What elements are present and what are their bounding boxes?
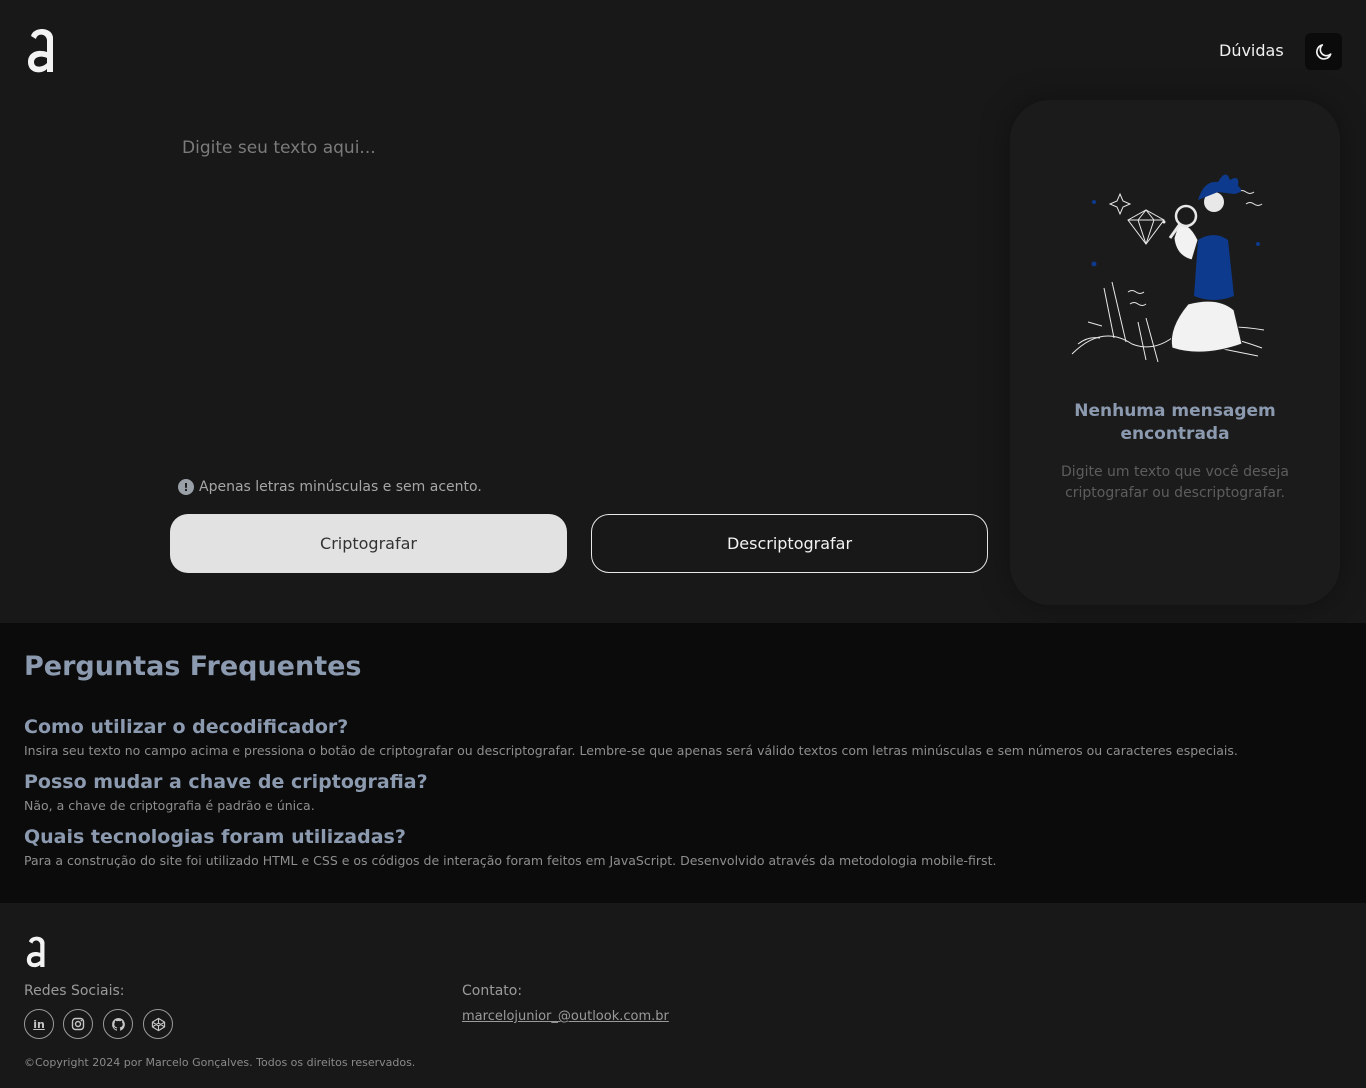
output-title: Nenhuma mensagem encontrada bbox=[1074, 401, 1276, 444]
contact-email-link[interactable]: marcelojunior_@outlook.com.br bbox=[462, 1009, 669, 1024]
contact-label: Contato: bbox=[462, 983, 523, 999]
faq-question: Quais tecnologias foram utilizadas? bbox=[24, 826, 406, 848]
encrypt-button[interactable]: Criptografar bbox=[170, 514, 567, 573]
nav-link-duvidas[interactable]: Dúvidas bbox=[1219, 41, 1284, 60]
info-icon: ! bbox=[178, 479, 194, 495]
faq-question: Posso mudar a chave de criptografia? bbox=[24, 771, 428, 793]
decrypt-button[interactable]: Descriptografar bbox=[591, 514, 988, 573]
hint-text: Apenas letras minúsculas e sem acento. bbox=[199, 479, 482, 495]
instagram-glyph bbox=[71, 1017, 85, 1031]
faq-answer: Insira seu texto no campo acima e pressi… bbox=[24, 743, 1238, 758]
person-with-magnifying-glass-illustration bbox=[1071, 174, 1265, 363]
social-label: Redes Sociais: bbox=[24, 983, 125, 999]
faq-answer: Para a construção do site foi utilizado … bbox=[24, 853, 997, 868]
faq-question: Como utilizar o decodificador? bbox=[24, 716, 349, 738]
github-glyph bbox=[111, 1017, 125, 1031]
page-footer: Redes Sociais: in Contato: marcelojunior… bbox=[0, 903, 1366, 1088]
logo-icon[interactable] bbox=[24, 22, 58, 74]
footer-logo-icon bbox=[26, 936, 45, 968]
output-description: Digite um texto que você deseja criptogr… bbox=[1061, 464, 1289, 501]
codepen-icon[interactable] bbox=[143, 1009, 173, 1039]
theme-toggle-button[interactable] bbox=[1305, 33, 1342, 70]
linkedin-icon[interactable]: in bbox=[24, 1009, 54, 1039]
github-icon[interactable] bbox=[103, 1009, 133, 1039]
page-header: Dúvidas bbox=[0, 0, 1366, 100]
moon-icon bbox=[1315, 43, 1331, 60]
copyright-text: ©Copyright 2024 por Marcelo Gonçalves. T… bbox=[24, 1056, 416, 1069]
text-input[interactable] bbox=[170, 126, 990, 446]
faq-answer: Não, a chave de criptografia é padrão e … bbox=[24, 798, 315, 813]
faq-section: Perguntas Frequentes Como utilizar o dec… bbox=[0, 623, 1366, 903]
faq-title: Perguntas Frequentes bbox=[24, 651, 362, 682]
instagram-icon[interactable] bbox=[63, 1009, 93, 1039]
input-hint: ! Apenas letras minúsculas e sem acento. bbox=[178, 479, 482, 495]
codepen-glyph bbox=[151, 1017, 165, 1031]
